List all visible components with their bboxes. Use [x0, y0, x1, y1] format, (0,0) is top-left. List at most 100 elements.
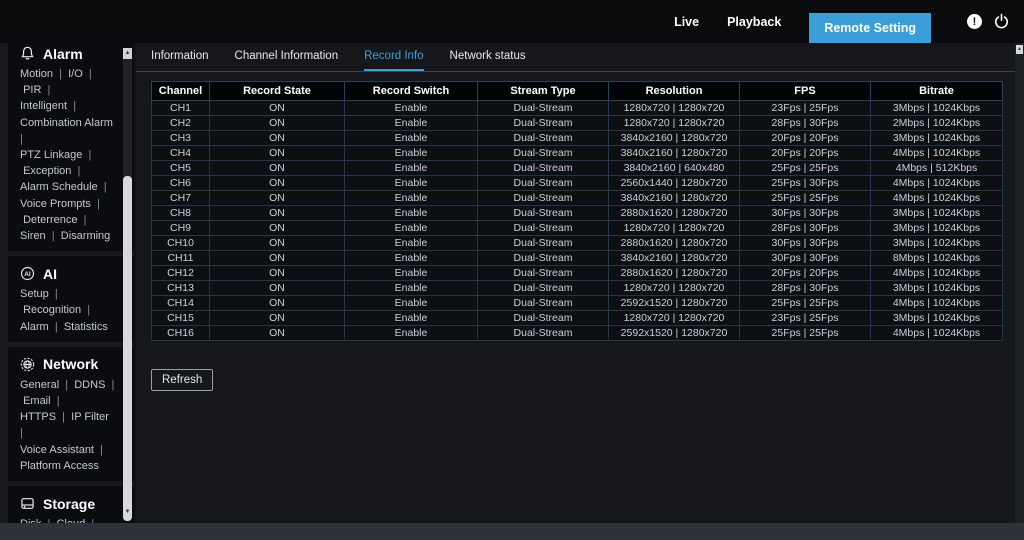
resolution-cell: 1280x720 | 1280x720: [608, 220, 740, 236]
refresh-button[interactable]: Refresh: [151, 369, 214, 391]
sidebar-item-ptz-linkage[interactable]: PTZ Linkage: [20, 149, 82, 161]
bitrate-cell: 3Mbps | 1024Kbps: [870, 220, 1003, 236]
record-switch-cell: Enable: [344, 160, 478, 176]
record-switch-cell: Enable: [344, 295, 478, 311]
table-row: CH5 ON Enable Dual-Stream 3840x2160 | 640x48…: [151, 160, 1003, 176]
stream-type-cell: Dual-Stream: [477, 250, 609, 266]
separator: |: [77, 213, 87, 226]
sidebar-item-email[interactable]: Email: [23, 395, 51, 407]
channel-cell: CH3: [151, 130, 210, 146]
table-row: CH2 ON Enable Dual-Stream 1280x720 | 1280x72…: [151, 115, 1003, 131]
tab-information[interactable]: Information: [151, 43, 209, 71]
sidebar-item-motion[interactable]: Motion: [20, 68, 53, 80]
stream-type-cell: Dual-Stream: [477, 280, 609, 296]
sidebar-scrollbar[interactable]: ▲ ▼: [123, 48, 132, 521]
channel-cell: CH13: [151, 280, 210, 296]
nav-playback[interactable]: Playback: [727, 15, 781, 29]
sidebar-item-ip-filter[interactable]: IP Filter: [71, 411, 109, 423]
fps-cell: 20Fps | 20Fps: [739, 145, 871, 161]
resolution-cell: 3840x2160 | 1280x720: [608, 130, 740, 146]
resolution-cell: 2592x1520 | 1280x720: [608, 295, 740, 311]
separator: |: [67, 100, 77, 113]
fps-cell: 30Fps | 30Fps: [739, 235, 871, 251]
sidebar-scrollbar-thumb[interactable]: [123, 176, 132, 521]
sidebar-item-voice-prompts[interactable]: Voice Prompts: [20, 198, 91, 210]
tab-record-info[interactable]: Record Info: [364, 43, 424, 71]
record-switch-cell: Enable: [344, 205, 478, 221]
sidebar-item-alarm-schedule[interactable]: Alarm Schedule: [20, 181, 98, 193]
sidebar-item-https[interactable]: HTTPS: [20, 411, 56, 423]
channel-cell: CH6: [151, 175, 210, 191]
nav-live[interactable]: Live: [674, 15, 699, 29]
channel-cell: CH15: [151, 310, 210, 326]
fps-cell: 23Fps | 25Fps: [739, 100, 871, 116]
record-state-cell: ON: [209, 325, 345, 341]
record-info-table: Channel Record State Record Switch Stream T…: [151, 81, 1003, 341]
stream-type-cell: Dual-Stream: [477, 205, 609, 221]
top-navigation: Live Playback Remote Setting: [674, 0, 931, 43]
sidebar-item-recognition[interactable]: Recognition: [23, 304, 81, 316]
fps-cell: 23Fps | 25Fps: [739, 310, 871, 326]
stream-type-cell: Dual-Stream: [477, 145, 609, 161]
fps-cell: 30Fps | 30Fps: [739, 250, 871, 266]
record-state-cell: ON: [209, 235, 345, 251]
bitrate-cell: 3Mbps | 1024Kbps: [870, 235, 1003, 251]
scroll-down-icon[interactable]: ▼: [123, 507, 132, 517]
sidebar-item-combination-alarm[interactable]: Combination Alarm: [20, 117, 113, 129]
bitrate-cell: 8Mbps | 1024Kbps: [870, 250, 1003, 266]
channel-cell: CH1: [151, 100, 210, 116]
record-switch-cell: Enable: [344, 190, 478, 206]
main-scrollbar[interactable]: ▲: [1015, 43, 1024, 523]
resolution-cell: 3840x2160 | 640x480: [608, 160, 740, 176]
scroll-up-icon[interactable]: ▲: [1016, 45, 1023, 54]
stream-type-cell: Dual-Stream: [477, 325, 609, 341]
nav-remote-setting[interactable]: Remote Setting: [809, 13, 931, 43]
alert-icon[interactable]: !: [967, 14, 982, 29]
channel-cell: CH5: [151, 160, 210, 176]
sidebar-item-statistics[interactable]: Statistics: [64, 321, 108, 333]
resolution-cell: 3840x2160 | 1280x720: [608, 190, 740, 206]
sidebar-item-voice-assistant[interactable]: Voice Assistant: [20, 444, 94, 456]
sidebar-item-ddns[interactable]: DDNS: [74, 379, 105, 391]
sidebar-item-disarming[interactable]: Disarming: [61, 230, 111, 242]
tab-channel-information[interactable]: Channel Information: [235, 43, 339, 71]
window-bottom-edge: [0, 523, 1024, 540]
fps-cell: 20Fps | 20Fps: [739, 265, 871, 281]
table-row: CH15 ON Enable Dual-Stream 1280x720 | 1280x7…: [151, 310, 1003, 326]
sidebar-item-deterrence[interactable]: Deterrence: [23, 214, 77, 226]
sidebar-item-siren[interactable]: Siren: [20, 230, 46, 242]
scroll-up-icon[interactable]: ▲: [123, 48, 132, 59]
settings-sidebar: Alarm Motion | I/O | PIR | Intelligent | Co…: [0, 43, 134, 523]
table-row: CH14 ON Enable Dual-Stream 2592x1520 | 1280x…: [151, 295, 1003, 311]
sidebar-item-intelligent[interactable]: Intelligent: [20, 100, 67, 112]
resolution-cell: 2880x1620 | 1280x720: [608, 265, 740, 281]
sidebar-item-general[interactable]: General: [20, 379, 59, 391]
column-header-record-state: Record State: [209, 81, 345, 101]
section-links: Motion | I/O | PIR | Intelligent | Combina…: [20, 66, 124, 244]
record-switch-cell: Enable: [344, 220, 478, 236]
table-row: CH8 ON Enable Dual-Stream 2880x1620 | 1280x7…: [151, 205, 1003, 221]
tab-network-status[interactable]: Network status: [450, 43, 526, 71]
fps-cell: 25Fps | 25Fps: [739, 295, 871, 311]
resolution-cell: 2880x1620 | 1280x720: [608, 205, 740, 221]
stream-type-cell: Dual-Stream: [477, 130, 609, 146]
separator: |: [56, 411, 72, 424]
sidebar-item-i-o[interactable]: I/O: [68, 68, 83, 80]
record-state-cell: ON: [209, 145, 345, 161]
fps-cell: 30Fps | 30Fps: [739, 205, 871, 221]
power-icon[interactable]: [993, 13, 1010, 30]
stream-type-cell: Dual-Stream: [477, 115, 609, 131]
channel-cell: CH9: [151, 220, 210, 236]
alarm-icon: [20, 46, 35, 61]
sidebar-item-pir[interactable]: PIR: [23, 84, 41, 96]
sidebar-item-setup[interactable]: Setup: [20, 288, 49, 300]
sidebar-item-exception[interactable]: Exception: [23, 165, 71, 177]
bitrate-cell: 2Mbps | 1024Kbps: [870, 115, 1003, 131]
stream-type-cell: Dual-Stream: [477, 190, 609, 206]
section-title: Storage: [43, 495, 96, 512]
sidebar-item-platform-access[interactable]: Platform Access: [20, 460, 99, 472]
storage-icon: [20, 496, 35, 511]
sidebar-item-alarm[interactable]: Alarm: [20, 321, 49, 333]
column-header-channel: Channel: [151, 81, 210, 101]
separator: |: [48, 320, 64, 333]
